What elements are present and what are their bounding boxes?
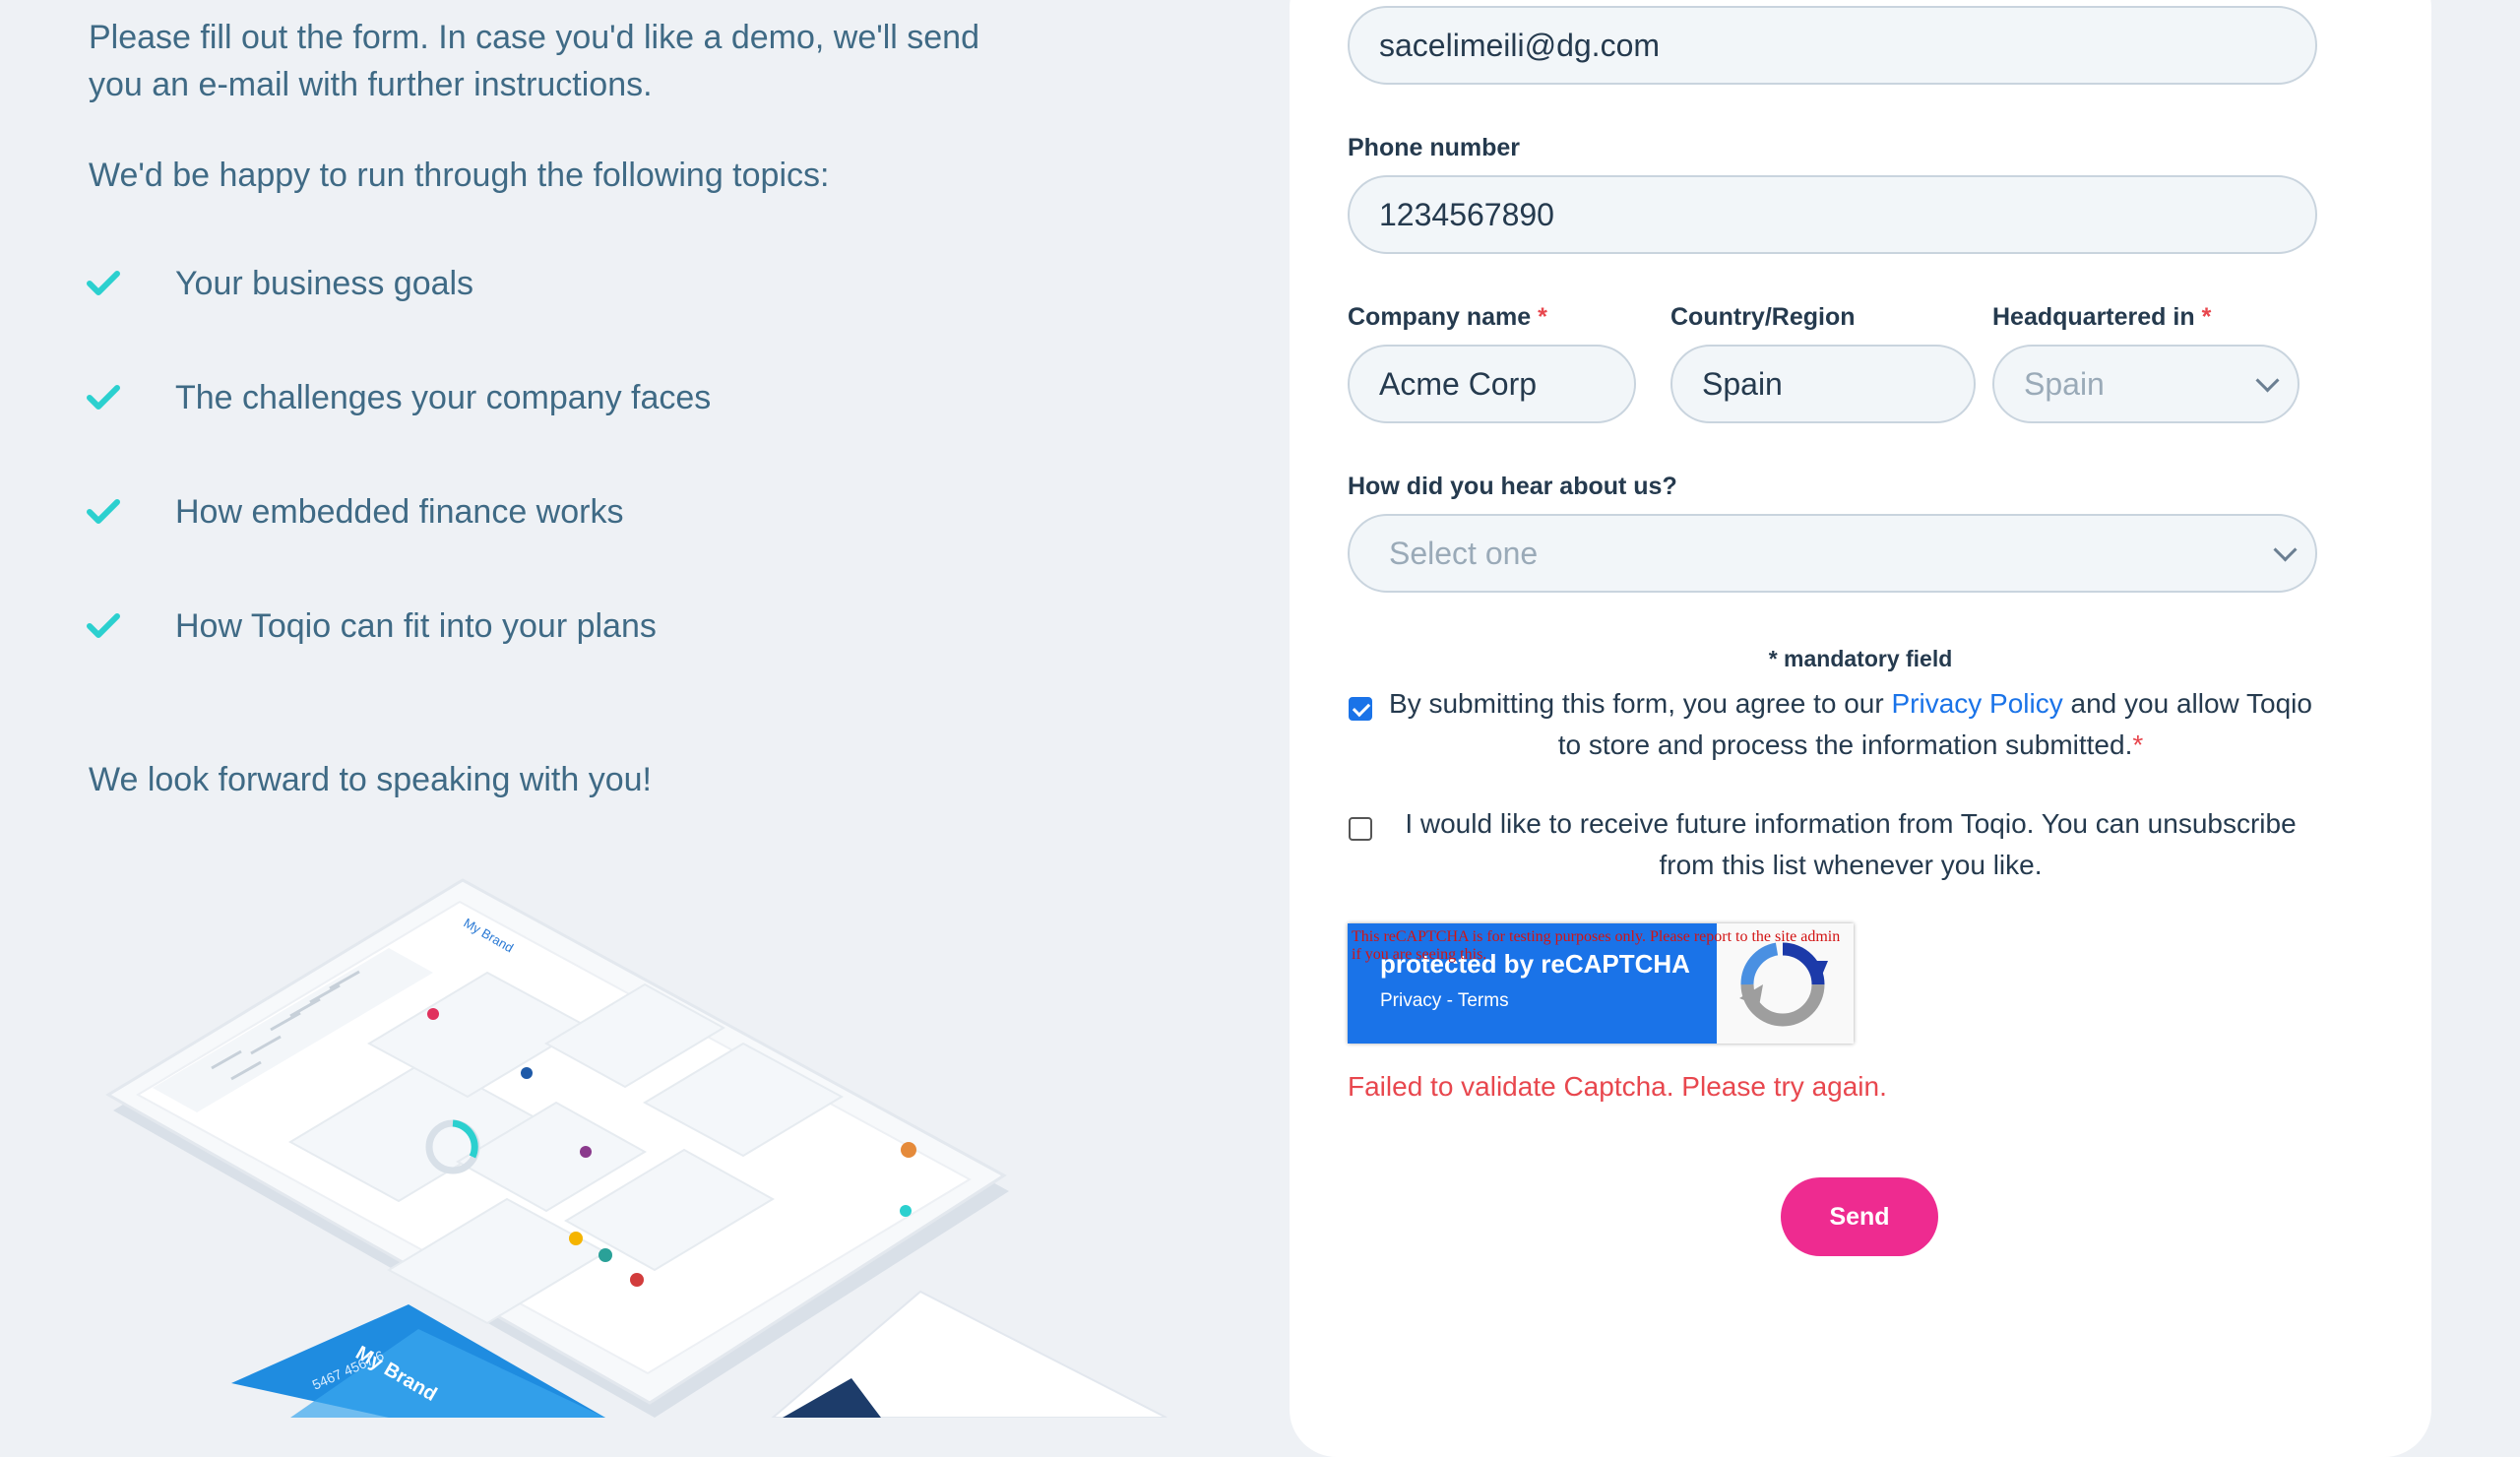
privacy-policy-link[interactable]: Privacy Policy [1891,688,2062,719]
send-button[interactable]: Send [1781,1177,1938,1256]
email-field[interactable]: sacelimeili@dg.com [1348,6,2317,85]
country-label: Country/Region [1670,303,1856,331]
topics-title: We'd be happy to run through the followi… [89,157,830,194]
newsletter-checkbox[interactable] [1349,817,1372,841]
check-icon [87,613,120,638]
captcha-error-message: Failed to validate Captcha. Please try a… [1348,1071,1887,1102]
hq-label-text: Headquartered in [1992,303,2195,331]
privacy-consent-checkbox[interactable] [1349,697,1372,721]
check-icon [87,385,120,410]
topic-label: How embedded finance works [175,492,624,531]
recaptcha-terms-link[interactable]: Terms [1458,990,1509,1011]
recaptcha-widget[interactable]: protected by reCAPTCHA Privacy - Terms T… [1348,923,1854,1044]
topic-item: The challenges your company faces [87,374,711,421]
required-mark: * [2132,729,2144,760]
recaptcha-separator: - [1441,990,1458,1011]
chevron-down-icon [2273,538,2298,562]
company-name-field[interactable]: Acme Corp [1348,345,1636,423]
recaptcha-links: Privacy - Terms [1380,990,1509,1012]
company-label-text: Company name [1348,303,1532,331]
required-mark: * [2201,303,2212,331]
company-label: Company name * [1348,303,1547,332]
hear-about-select[interactable]: Select one [1348,514,2317,593]
topic-item: How embedded finance works [87,488,623,536]
phone-field[interactable]: 1234567890 [1348,175,2317,254]
hear-about-select-value: Select one [1389,536,1539,571]
mandatory-note: * mandatory field [1768,646,1953,671]
product-illustration: My Brand My Brand 5467 4567 6 [105,878,1167,1418]
chevron-down-icon [2255,368,2280,393]
topic-label: How Toqio can fit into your plans [175,606,657,645]
hear-about-label: How did you hear about us? [1348,473,1677,500]
newsletter-text: I would like to receive future informati… [1405,808,2297,880]
check-icon [87,271,120,295]
check-icon [87,499,120,524]
topic-item: How Toqio can fit into your plans [87,602,657,650]
phone-label: Phone number [1348,134,1521,161]
topic-label: The challenges your company faces [175,378,712,416]
info-column: Please fill out the form. In case you'd … [0,0,1270,1418]
country-field[interactable]: Spain [1670,345,1976,423]
hq-select-value: Spain [2024,366,2105,402]
recaptcha-privacy-link[interactable]: Privacy [1380,990,1441,1011]
hq-select[interactable]: Spain [1992,345,2300,423]
consent-text-before: By submitting this form, you agree to ou… [1389,688,1892,719]
intro-paragraph: Please fill out the form. In case you'd … [89,19,980,103]
hq-label: Headquartered in * [1992,303,2211,332]
required-mark: * [1538,303,1547,331]
topic-item: Your business goals [87,260,473,307]
privacy-consent-text: By submitting this form, you agree to ou… [1378,683,2323,766]
topic-label: Your business goals [175,264,474,302]
closing-text: We look forward to speaking with you! [89,761,652,798]
recaptcha-logo-icon [1739,942,1828,1027]
